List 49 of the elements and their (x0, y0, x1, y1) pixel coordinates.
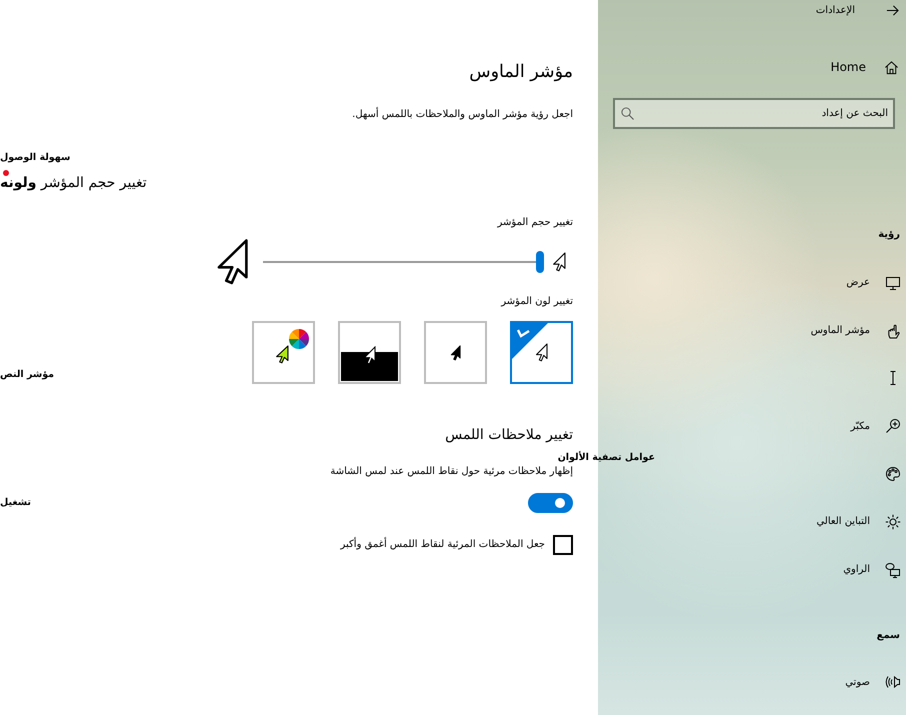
magnifier-icon (885, 418, 901, 434)
monitor-speech-icon (885, 562, 901, 578)
sun-icon (885, 514, 901, 530)
section-heading: رؤية (878, 228, 900, 242)
dot-icon (3, 170, 9, 176)
monitor-icon (885, 274, 901, 291)
cursor-icon (535, 343, 548, 362)
pointer-color-option[interactable] (510, 321, 573, 384)
label-text: تشغيل (0, 496, 31, 510)
cursor-icon (215, 238, 249, 286)
slider-thumb[interactable] (536, 251, 544, 273)
window-title: الإعدادات (816, 4, 855, 16)
cursor-icon (552, 252, 566, 272)
nav-item[interactable]: عرض (846, 274, 901, 292)
page-heading-text: تغيير حجم المؤشر ولونه (0, 175, 147, 191)
size-slider-track[interactable] (263, 251, 544, 273)
speaker-icon (885, 674, 901, 690)
section-heading: سمع (876, 629, 900, 644)
page-title: مؤشر الماوس (469, 61, 573, 84)
size-label: تغيير حجم المؤشر (498, 216, 573, 230)
label-text: سهولة الوصول (0, 151, 70, 165)
cursor-icon (450, 344, 461, 360)
palette-icon[interactable] (885, 466, 901, 482)
pointer-color-option[interactable] (424, 321, 487, 384)
search-field[interactable]: البحث عن إعداد (613, 98, 895, 129)
nav-item[interactable]: التباين العالي (816, 512, 901, 531)
toggle-label: إظهار ملاحظات مرئية حول نقاط اللمس عند لمس الشاشة (330, 465, 573, 479)
checkbox[interactable] (553, 535, 573, 555)
search-icon (621, 107, 634, 120)
pointer-color-option[interactable] (252, 321, 315, 384)
color-label: تغيير لون المؤشر (501, 295, 573, 309)
home-link[interactable]: Home (830, 57, 899, 77)
cursor-icon (274, 345, 288, 364)
color-wheel-icon (288, 329, 308, 349)
section-heading: تغيير ملاحظات اللمس (445, 426, 573, 445)
nav-item[interactable]: الراوي (843, 560, 901, 579)
pointer-color-option[interactable] (338, 321, 401, 384)
home-icon (884, 60, 899, 74)
check-icon (512, 323, 548, 359)
toggle-switch[interactable] (528, 493, 573, 513)
inverted-cursor-icon (341, 346, 398, 381)
nav-item[interactable]: مكبّر (850, 417, 901, 436)
checkbox-label: جعل الملاحظات المرئية لنقاط اللمس أغمق وأكبر (340, 537, 545, 552)
label-text: مؤشر النص (0, 368, 54, 382)
nav-item[interactable]: مؤشر الماوس (810, 322, 901, 340)
back-arrow-icon[interactable] (886, 4, 899, 16)
label-text: عوامل تصفية الألوان (558, 451, 655, 465)
nav-item[interactable]: صوتي (845, 673, 901, 692)
page-description: اجعل رؤية مؤشر الماوس والملاحظات باللمس أسهل. (352, 107, 573, 122)
